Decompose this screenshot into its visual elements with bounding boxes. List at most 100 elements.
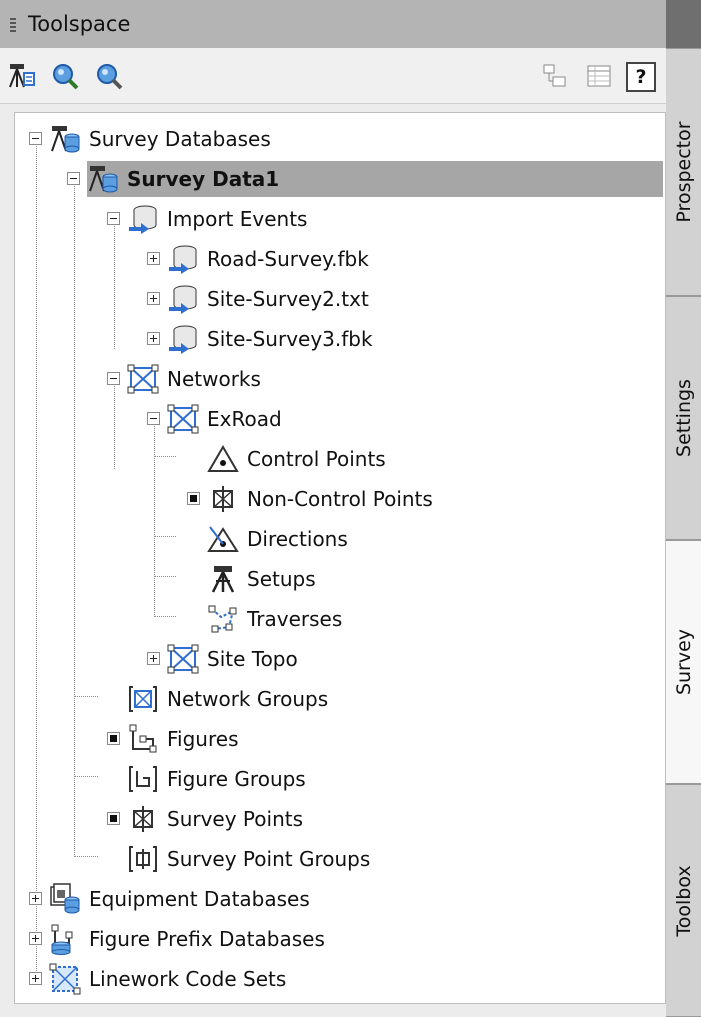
help-button[interactable]: ? xyxy=(626,62,656,92)
equipment-database-icon xyxy=(50,883,80,914)
survey-database-icon xyxy=(51,126,80,153)
expand-toggle[interactable] xyxy=(29,972,42,985)
tree-item-network-groups[interactable]: Network Groups xyxy=(127,681,328,717)
tree-item-label: Figures xyxy=(167,727,239,751)
collapse-toggle[interactable] xyxy=(29,132,42,145)
tree-item-label: Control Points xyxy=(247,447,386,471)
figure-icon xyxy=(129,724,157,753)
tree-item-label: Site Topo xyxy=(207,647,298,671)
tree-item-site-survey3[interactable]: Site-Survey3.fbk xyxy=(167,321,373,357)
preview-toggle[interactable] xyxy=(187,492,200,505)
tree-line xyxy=(154,576,176,577)
list-view-button[interactable] xyxy=(584,61,614,91)
tree-item-traverses[interactable]: Traverses xyxy=(207,601,342,637)
setup-tripod-icon xyxy=(211,566,235,593)
network-group-icon xyxy=(129,686,157,712)
tree-item-control-points[interactable]: Control Points xyxy=(207,441,386,477)
linework-code-set-icon xyxy=(49,963,81,995)
direction-icon xyxy=(207,526,239,552)
tree-item-directions[interactable]: Directions xyxy=(207,521,348,557)
tree-line xyxy=(36,139,37,973)
tree-view-button[interactable] xyxy=(540,61,570,91)
tab-survey[interactable]: Survey xyxy=(666,540,701,784)
magnifier-settings-icon xyxy=(97,64,123,90)
traverse-icon xyxy=(208,605,237,633)
tree-item-figure-prefix-databases[interactable]: Figure Prefix Databases xyxy=(49,921,325,957)
tree-item-label: Import Events xyxy=(167,207,308,231)
survey-tree: Survey Databases Survey Data1 Import Eve… xyxy=(14,112,666,1004)
edit-survey-query-button[interactable] xyxy=(50,61,80,91)
tree-item-non-control-points[interactable]: Non-Control Points xyxy=(207,481,433,517)
tree-item-survey-points[interactable]: Survey Points xyxy=(127,801,303,837)
survey-user-settings-button[interactable] xyxy=(6,61,36,91)
survey-point-group-icon xyxy=(129,846,157,872)
tree-item-label: Figure Groups xyxy=(167,767,306,791)
toolspace-titlebar[interactable]: Toolspace xyxy=(0,0,666,48)
import-event-icon xyxy=(169,325,197,354)
import-event-icon xyxy=(169,245,197,274)
tree-item-label: Non-Control Points xyxy=(247,487,433,511)
collapse-toggle[interactable] xyxy=(107,212,120,225)
expand-toggle[interactable] xyxy=(147,652,160,665)
tree-item-survey-point-groups[interactable]: Survey Point Groups xyxy=(127,841,370,877)
tree-item-label: Road-Survey.fbk xyxy=(207,247,369,271)
collapse-toggle[interactable] xyxy=(107,372,120,385)
tree-item-label: Figure Prefix Databases xyxy=(89,927,325,951)
tree-item-label: Site-Survey2.txt xyxy=(207,287,369,311)
tree-line xyxy=(114,379,115,469)
list-view-icon xyxy=(587,65,611,87)
tree-item-road-survey[interactable]: Road-Survey.fbk xyxy=(167,241,369,277)
tree-item-site-survey2[interactable]: Site-Survey2.txt xyxy=(167,281,369,317)
tab-toolbox[interactable]: Toolbox xyxy=(666,784,701,1017)
tree-line xyxy=(114,219,115,349)
magnifier-icon xyxy=(53,64,79,90)
expand-toggle[interactable] xyxy=(29,892,42,905)
non-control-point-icon xyxy=(213,486,233,512)
grip-handle-icon[interactable] xyxy=(10,18,16,34)
tree-item-survey-data1[interactable]: Survey Data1 xyxy=(87,161,663,197)
tree-item-label: Survey Data1 xyxy=(127,167,280,191)
tree-item-figure-groups[interactable]: Figure Groups xyxy=(127,761,306,797)
network-icon xyxy=(127,364,159,394)
tree-line xyxy=(74,696,98,697)
tree-view-icon xyxy=(543,64,566,87)
collapse-toggle[interactable] xyxy=(67,172,80,185)
tree-item-survey-databases[interactable]: Survey Databases xyxy=(49,121,271,157)
window-title: Toolspace xyxy=(28,12,131,36)
tab-label: Prospector xyxy=(672,121,695,223)
preview-toggle[interactable] xyxy=(107,732,120,745)
tree-item-label: Directions xyxy=(247,527,348,551)
survey-query-settings-button[interactable] xyxy=(94,61,124,91)
tree-item-label: ExRoad xyxy=(207,407,282,431)
figure-group-icon xyxy=(129,766,157,792)
expand-toggle[interactable] xyxy=(147,332,160,345)
network-icon xyxy=(167,644,199,674)
tree-item-exroad[interactable]: ExRoad xyxy=(167,401,282,437)
tree-item-linework-code-sets[interactable]: Linework Code Sets xyxy=(49,961,286,997)
expand-toggle[interactable] xyxy=(29,932,42,945)
tree-line xyxy=(74,856,98,857)
tree-item-label: Survey Databases xyxy=(89,127,271,151)
titlebar-right-strip xyxy=(666,0,701,48)
tree-item-equipment-databases[interactable]: Equipment Databases xyxy=(49,881,310,917)
network-icon xyxy=(167,404,199,434)
tree-line xyxy=(154,456,176,457)
tree-item-setups[interactable]: Setups xyxy=(207,561,316,597)
tree-line xyxy=(74,179,75,855)
tree-item-site-topo[interactable]: Site Topo xyxy=(167,641,298,677)
tab-settings[interactable]: Settings xyxy=(666,296,701,540)
tree-item-label: Survey Point Groups xyxy=(167,847,371,871)
tree-item-label: Setups xyxy=(247,567,316,591)
tree-item-import-events[interactable]: Import Events xyxy=(127,201,307,237)
tree-line xyxy=(74,776,98,777)
tree-item-figures[interactable]: Figures xyxy=(127,721,238,757)
tree-item-networks[interactable]: Networks xyxy=(127,361,261,397)
preview-toggle[interactable] xyxy=(107,812,120,825)
expand-toggle[interactable] xyxy=(147,252,160,265)
tree-line xyxy=(154,536,176,537)
collapse-toggle[interactable] xyxy=(147,412,160,425)
toolspace-tabs: Prospector Settings Survey Toolbox xyxy=(666,48,701,1017)
tab-prospector[interactable]: Prospector xyxy=(666,48,701,296)
expand-toggle[interactable] xyxy=(147,292,160,305)
survey-database-icon xyxy=(89,166,118,193)
